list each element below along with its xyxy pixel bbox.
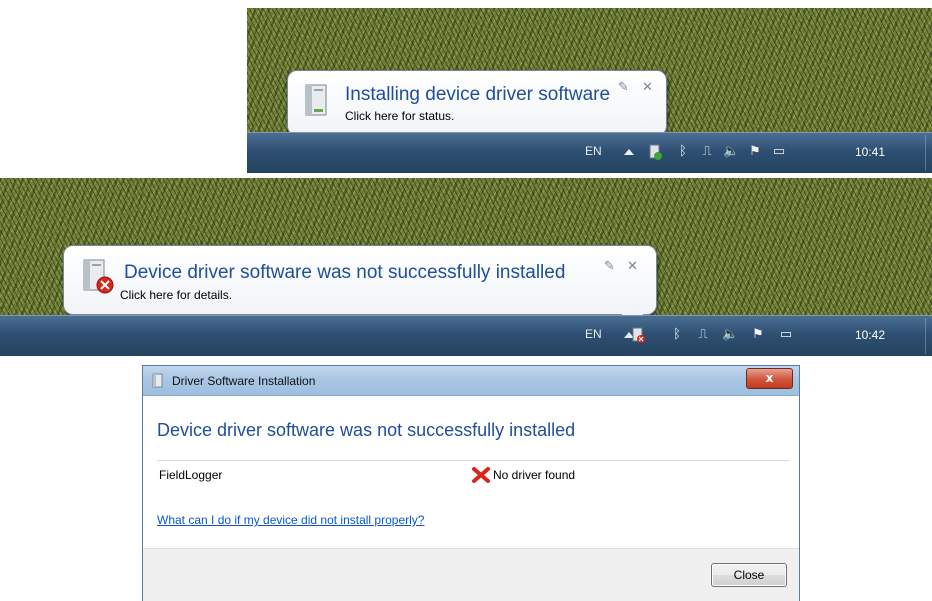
error-x-icon [472,467,490,483]
volume-icon[interactable]: 🔈 [722,327,738,343]
show-desktop-divider [925,135,926,171]
display-icon[interactable]: ▭ [771,144,787,160]
action-center-flag-icon[interactable]: ⚑ [750,327,766,343]
taskbar: EN ᛒ ⎍ 🔈 ⚑ ▭ 10:42 [0,315,932,356]
close-icon[interactable]: ✕ [627,259,638,274]
network-icon[interactable]: ⎍ [695,327,711,343]
clock[interactable]: 10:41 [855,145,885,159]
wrench-icon[interactable]: ✎ [604,259,615,274]
bluetooth-icon[interactable]: ᛒ [675,144,691,160]
divider [157,460,789,461]
clock[interactable]: 10:42 [855,328,885,342]
notification-panel-failed: Device driver software was not successfu… [0,178,932,356]
device-driver-icon [152,373,163,388]
device-status: No driver found [493,468,576,482]
balloon-message: Click here for details. [120,288,233,302]
device-installing-icon[interactable] [647,144,663,160]
language-indicator[interactable]: EN [585,144,602,158]
help-link[interactable]: What can I do if my device did not insta… [157,513,424,527]
notification-balloon[interactable]: Installing device driver software Click … [287,70,667,148]
dialog-heading: Device driver software was not successfu… [157,420,576,440]
title-bar[interactable]: Driver Software Installation x [143,366,799,396]
action-center-flag-icon[interactable]: ⚑ [747,144,763,160]
taskbar: EN ᛒ ⎍ 🔈 ⚑ ▭ 10:41 [247,132,932,173]
wrench-icon[interactable]: ✎ [618,80,629,95]
device-error-icon [83,259,114,294]
device-driver-icon [305,84,327,116]
balloon-title: Device driver software was not successfu… [124,262,566,283]
show-desktop-divider [925,318,926,354]
notification-balloon[interactable]: Device driver software was not successfu… [63,245,657,327]
dialog-footer: Close [143,548,799,601]
close-button[interactable]: Close [711,563,787,587]
balloon-message: Click here for status. [345,109,455,123]
display-icon[interactable]: ▭ [778,327,794,343]
window-title: Driver Software Installation [172,374,316,388]
show-hidden-icons-arrow[interactable] [624,149,634,155]
network-icon[interactable]: ⎍ [699,144,715,160]
language-indicator[interactable]: EN [585,327,602,341]
notification-panel-installing: Installing device driver software Click … [247,8,932,173]
close-icon[interactable]: ✕ [642,80,653,95]
bluetooth-icon[interactable]: ᛒ [669,327,685,343]
volume-icon[interactable]: 🔈 [723,144,739,160]
window-close-button[interactable]: x [746,368,793,389]
device-error-icon[interactable] [630,327,646,343]
driver-install-dialog: Driver Software Installation x Device dr… [142,365,800,601]
balloon-title: Installing device driver software [345,84,611,105]
device-name: FieldLogger [159,468,223,482]
